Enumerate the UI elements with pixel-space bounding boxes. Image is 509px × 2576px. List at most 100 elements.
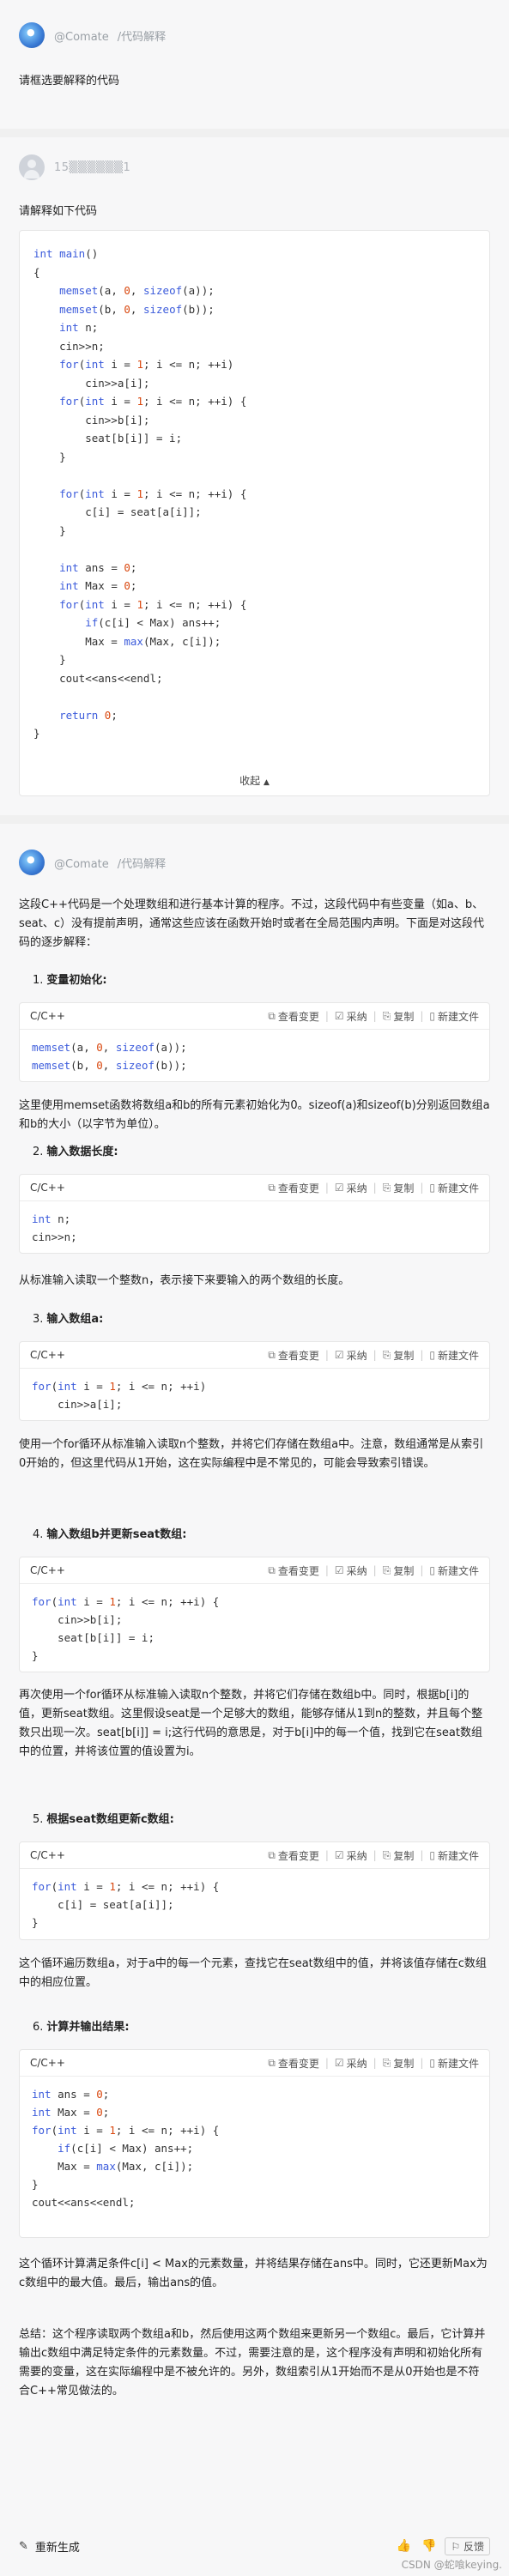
explanation-2: 从标准输入读取一个整数n，表示接下来要输入的两个数组的长度。 — [19, 1274, 350, 1287]
lang-label: C/C++ — [30, 1564, 65, 1576]
answer-header: @Comate/代码解释 — [19, 850, 166, 875]
bot-name: @Comate/代码解释 — [54, 30, 167, 44]
thumbs-up-icon[interactable]: 👍 — [397, 2539, 411, 2553]
accept-button[interactable]: ☑ 采纳 — [335, 1348, 367, 1363]
code-snippet-1[interactable]: C/C++ ⧉ 查看变更 | ☑ 采纳 | ⎘ 复制 | ▯ 新建文件 memset(a, 0… — [19, 1002, 490, 1082]
explanation-1: 这里使用memset函数将数组a和b的所有元素初始化为0。sizeof(a)和s… — [19, 1099, 490, 1131]
regenerate-icon: ✎ — [19, 2539, 28, 2553]
new-file-button[interactable]: ▯ 新建文件 — [429, 1848, 479, 1863]
code-snippet-6[interactable]: C/C++ ⧉ 查看变更 | ☑ 采纳 | ⎘ 复制 | ▯ 新建文件 int ans = 0… — [19, 2049, 490, 2238]
prompt-text: 请框选要解释的代码 — [19, 75, 120, 88]
check-icon: ☑ — [334, 2057, 344, 2069]
lang-label: C/C++ — [30, 1849, 65, 1861]
summary: 总结：这个程序读取两个数组a和b，然后使用这两个数组来更新另一个数组c。最后，它… — [19, 2328, 486, 2398]
copy-button[interactable]: ⎘ 复制 — [383, 2056, 415, 2071]
diff-icon: ⧉ — [268, 1348, 276, 1361]
check-icon: ☑ — [334, 1564, 344, 1576]
new-file-icon: ▯ — [429, 2057, 435, 2069]
snippet-toolbar: C/C++ ⧉ 查看变更 | ☑ 采纳 | ⎘ 复制 | ▯ 新建文件 — [20, 1342, 489, 1369]
bot-answer-card: @Comate/代码解释 这段C++代码是一个处理数组和进行基本计算的程序。不过… — [0, 824, 509, 2576]
bot-name: @Comate/代码解释 — [54, 857, 167, 871]
bot-header: @Comate/代码解释 — [19, 22, 166, 48]
code-snippet-3[interactable]: C/C++ ⧉ 查看变更 | ☑ 采纳 | ⎘ 复制 | ▯ 新建文件 for(int i =… — [19, 1341, 490, 1421]
step-2: 2. 输入数据长度: — [33, 1146, 118, 1158]
lang-label: C/C++ — [30, 1010, 65, 1022]
new-file-button[interactable]: ▯ 新建文件 — [429, 2056, 479, 2071]
copy-button[interactable]: ⎘ 复制 — [383, 1563, 415, 1578]
answer-footer: ✎ 重新生成 👍 👎 ⚐ 反馈 — [19, 2533, 490, 2559]
step-5: 5. 根据seat数组更新c数组: — [33, 1813, 174, 1826]
explanation-4: 再次使用一个for循环从标准输入读取n个整数，并将它们存储在数组b中。同时，根据… — [19, 1689, 483, 1758]
view-changes-button[interactable]: ⧉ 查看变更 — [268, 1348, 319, 1363]
view-changes-button[interactable]: ⧉ 查看变更 — [268, 1563, 319, 1578]
step-6: 6. 计算并输出结果: — [33, 2021, 130, 2034]
check-icon: ☑ — [334, 1349, 344, 1361]
view-changes-button[interactable]: ⧉ 查看变更 — [268, 1848, 319, 1863]
accept-button[interactable]: ☑ 采纳 — [335, 1563, 367, 1578]
new-file-icon: ▯ — [429, 1010, 435, 1022]
new-file-icon: ▯ — [429, 1849, 435, 1861]
user-code-block[interactable]: int main() { memset(a, 0, sizeof(a)); me… — [19, 230, 490, 796]
copy-icon: ⎘ — [382, 2056, 391, 2069]
lang-label: C/C++ — [30, 1182, 65, 1194]
copy-icon: ⎘ — [382, 1563, 391, 1576]
step-3: 3. 输入数组a: — [33, 1313, 104, 1326]
copy-button[interactable]: ⎘ 复制 — [383, 1348, 415, 1363]
code-snippet-5[interactable]: C/C++ ⧉ 查看变更 | ☑ 采纳 | ⎘ 复制 | ▯ 新建文件 for(int i =… — [19, 1841, 490, 1940]
watermark: CSDN @蛇喰keying. — [401, 2559, 502, 2571]
code-snippet-4[interactable]: C/C++ ⧉ 查看变更 | ☑ 采纳 | ⎘ 复制 | ▯ 新建文件 for(int i =… — [19, 1557, 490, 1672]
diff-icon: ⧉ — [268, 2056, 276, 2069]
view-changes-button[interactable]: ⧉ 查看变更 — [268, 2056, 319, 2071]
diff-icon: ⧉ — [268, 1181, 276, 1194]
snippet-code: for(int i = 1; i <= n; ++i) { c[i] = sea… — [32, 1880, 220, 1929]
step-4: 4. 输入数组b并更新seat数组: — [33, 1528, 187, 1541]
accept-button[interactable]: ☑ 采纳 — [335, 1009, 367, 1024]
thumbs-down-icon[interactable]: 👎 — [421, 2539, 436, 2553]
snippet-code: for(int i = 1; i <= n; ++i) cin>>a[i]; — [32, 1380, 207, 1411]
user-message-card: 15▒▒▒▒▒▒1 请解释如下代码 int main() { memset(a,… — [0, 137, 509, 815]
snippet-toolbar: C/C++ ⧉ 查看变更 | ☑ 采纳 | ⎘ 复制 | ▯ 新建文件 — [20, 1842, 489, 1869]
snippet-toolbar: C/C++ ⧉ 查看变更 | ☑ 采纳 | ⎘ 复制 | ▯ 新建文件 — [20, 1557, 489, 1584]
code-content: int main() { memset(a, 0, sizeof(a)); me… — [33, 247, 247, 740]
new-file-icon: ▯ — [429, 1182, 435, 1194]
copy-button[interactable]: ⎘ 复制 — [383, 1848, 415, 1863]
collapse-toggle[interactable]: 收起 ▲ — [20, 773, 489, 788]
copy-button[interactable]: ⎘ 复制 — [383, 1181, 415, 1195]
new-file-button[interactable]: ▯ 新建文件 — [429, 1181, 479, 1195]
copy-button[interactable]: ⎘ 复制 — [383, 1009, 415, 1024]
snippet-toolbar: C/C++ ⧉ 查看变更 | ☑ 采纳 | ⎘ 复制 | ▯ 新建文件 — [20, 1003, 489, 1030]
snippet-toolbar: C/C++ ⧉ 查看变更 | ☑ 采纳 | ⎘ 复制 | ▯ 新建文件 — [20, 1175, 489, 1201]
view-changes-button[interactable]: ⧉ 查看变更 — [268, 1009, 319, 1024]
user-header: 15▒▒▒▒▒▒1 — [19, 154, 130, 180]
new-file-button[interactable]: ▯ 新建文件 — [429, 1563, 479, 1578]
user-name: 15▒▒▒▒▒▒1 — [54, 160, 131, 174]
copy-icon: ⎘ — [382, 1181, 391, 1194]
check-icon: ☑ — [334, 1182, 344, 1194]
copy-icon: ⎘ — [382, 1348, 391, 1361]
accept-button[interactable]: ☑ 采纳 — [335, 1181, 367, 1195]
new-file-icon: ▯ — [429, 1349, 435, 1361]
comate-avatar-icon — [19, 22, 45, 48]
new-file-icon: ▯ — [429, 1564, 435, 1576]
answer-intro: 这段C++代码是一个处理数组和进行基本计算的程序。不过，这段代码中有些变量（如a… — [19, 898, 484, 949]
regenerate-label: 重新生成 — [34, 2541, 80, 2555]
comate-avatar-icon — [19, 850, 45, 875]
snippet-code: int ans = 0; int Max = 0; for(int i = 1;… — [32, 2088, 220, 2209]
user-avatar-icon — [19, 154, 45, 180]
user-prompt: 请解释如下代码 — [19, 205, 98, 218]
code-snippet-2[interactable]: C/C++ ⧉ 查看变更 | ☑ 采纳 | ⎘ 复制 | ▯ 新建文件 int n; cin>… — [19, 1174, 490, 1254]
caret-up-icon: ▲ — [263, 778, 270, 787]
explanation-3: 使用一个for循环从标准输入读取n个整数，并将它们存储在数组a中。注意，数组通常… — [19, 1438, 484, 1470]
accept-button[interactable]: ☑ 采纳 — [335, 1848, 367, 1863]
view-changes-button[interactable]: ⧉ 查看变更 — [268, 1181, 319, 1195]
feedback-button[interactable]: ⚐ 反馈 — [445, 2537, 490, 2555]
snippet-code: memset(a, 0, sizeof(a)); memset(b, 0, si… — [32, 1041, 187, 1072]
accept-button[interactable]: ☑ 采纳 — [335, 2056, 367, 2071]
diff-icon: ⧉ — [268, 1563, 276, 1576]
new-file-button[interactable]: ▯ 新建文件 — [429, 1009, 479, 1024]
regenerate-button[interactable]: ✎ 重新生成 — [19, 2538, 80, 2555]
new-file-button[interactable]: ▯ 新建文件 — [429, 1348, 479, 1363]
snippet-code: for(int i = 1; i <= n; ++i) { cin>>b[i];… — [32, 1595, 220, 1662]
check-icon: ☑ — [334, 1849, 344, 1861]
bot-prompt-card: @Comate/代码解释 请框选要解释的代码 — [0, 0, 509, 129]
